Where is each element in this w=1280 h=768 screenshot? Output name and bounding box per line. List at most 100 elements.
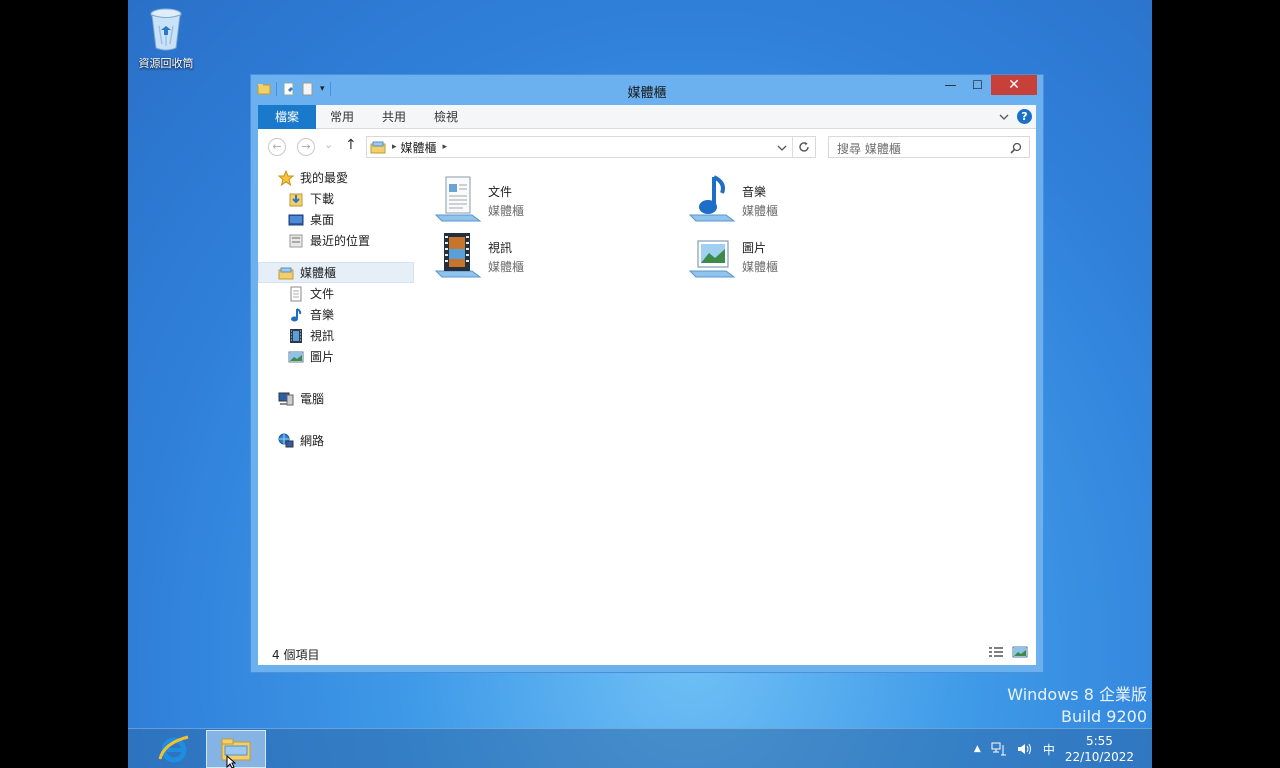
nav-documents[interactable]: 文件 <box>288 283 334 304</box>
nav-computer[interactable]: 電腦 <box>278 388 324 409</box>
nav-favorites-label: 我的最愛 <box>300 171 349 185</box>
mouse-cursor-icon <box>226 755 236 768</box>
nav-videos-label: 視訊 <box>310 329 335 343</box>
nav-libraries-label: 媒體櫃 <box>300 266 337 280</box>
title-bar[interactable]: ▾ 媒體櫃 — ☐ ✕ <box>251 75 1043 105</box>
search-icon[interactable] <box>1010 142 1022 154</box>
picture-icon <box>288 351 304 362</box>
window-client: 檔案 常用 共用 檢視 ? ← → ⌄ ↑ ▸ 媒體櫃 ▸ 搜尋 媒體櫃 我的最… <box>258 104 1036 665</box>
breadcrumb-libraries[interactable]: 媒體櫃 <box>401 139 437 156</box>
input-method-indicator[interactable]: 中 <box>1043 741 1055 758</box>
library-tile-music[interactable]: 音樂 媒體櫃 <box>688 175 938 227</box>
recent-locations-button[interactable]: ⌄ <box>324 138 333 151</box>
search-input[interactable]: 搜尋 媒體櫃 <box>828 136 1030 158</box>
close-button[interactable]: ✕ <box>991 75 1037 95</box>
taskbar: ▲ 中 5:55 22/10/2022 <box>128 728 1152 768</box>
nav-recent-places[interactable]: 最近的位置 <box>288 230 370 251</box>
library-tile-videos[interactable]: 視訊 媒體櫃 <box>434 231 684 283</box>
tile-name: 音樂 <box>742 185 767 199</box>
nav-videos[interactable]: 視訊 <box>288 325 334 346</box>
clock[interactable]: 5:55 22/10/2022 <box>1065 733 1134 765</box>
tile-type: 媒體櫃 <box>488 260 525 274</box>
address-bar[interactable]: ▸ 媒體櫃 ▸ <box>366 136 816 158</box>
tile-name: 圖片 <box>742 241 767 255</box>
os-edition: Windows 8 企業版 <box>1007 685 1147 704</box>
tile-type: 媒體櫃 <box>742 204 779 218</box>
breadcrumb-separator-icon[interactable]: ▸ <box>443 142 448 152</box>
nav-music[interactable]: 音樂 <box>288 304 334 325</box>
status-bar: 4 個項目 <box>258 641 1036 665</box>
forward-button[interactable]: → <box>297 138 315 156</box>
recycle-bin[interactable]: 資源回收筒 <box>134 6 198 71</box>
help-button[interactable]: ? <box>1017 109 1032 124</box>
nav-desktop-label: 桌面 <box>310 213 335 227</box>
document-icon <box>290 286 302 301</box>
nav-network-label: 網路 <box>300 434 325 448</box>
nav-pictures-label: 圖片 <box>310 350 335 364</box>
video-icon <box>290 328 302 343</box>
internet-explorer-icon[interactable] <box>158 733 190 765</box>
system-tray: ▲ 中 5:55 22/10/2022 <box>974 729 1134 768</box>
tile-name: 文件 <box>488 185 513 199</box>
documents-library-icon <box>434 176 482 222</box>
os-watermark: Windows 8 企業版 Build 9200 <box>1007 684 1147 728</box>
refresh-icon[interactable] <box>798 141 810 153</box>
desktop: 資源回收筒 ▾ 媒體櫃 — ☐ ✕ 檔案 常用 共用 檢視 ? ← → ⌄ ↑ … <box>128 0 1152 768</box>
maximize-button[interactable]: ☐ <box>964 75 991 95</box>
network-icon <box>278 433 294 447</box>
music-library-icon <box>688 175 736 222</box>
library-tile-pictures[interactable]: 圖片 媒體櫃 <box>688 231 938 283</box>
item-count: 4 個項目 <box>272 648 320 662</box>
pictures-library-icon <box>688 240 736 278</box>
navigation-bar: ← → ⌄ ↑ ▸ 媒體櫃 ▸ 搜尋 媒體櫃 <box>258 129 1036 165</box>
tile-type: 媒體櫃 <box>488 204 525 218</box>
volume-icon[interactable] <box>1017 742 1033 756</box>
music-note-icon <box>291 307 302 321</box>
ribbon-tabs: 檔案 常用 共用 檢視 ? <box>258 104 1036 129</box>
show-hidden-icons-icon[interactable]: ▲ <box>974 744 981 754</box>
tab-view[interactable]: 檢視 <box>420 105 472 129</box>
tab-file[interactable]: 檔案 <box>258 104 317 129</box>
library-icon <box>370 141 386 154</box>
computer-icon <box>278 392 294 405</box>
taskbar-file-explorer-button[interactable] <box>206 730 266 768</box>
recycle-bin-label: 資源回收筒 <box>138 57 194 70</box>
chevron-down-icon[interactable] <box>999 113 1009 121</box>
minimize-button[interactable]: — <box>937 75 964 95</box>
explorer-window[interactable]: ▾ 媒體櫃 — ☐ ✕ 檔案 常用 共用 檢視 ? ← → ⌄ ↑ ▸ 媒體櫃 … <box>250 74 1044 673</box>
nav-music-label: 音樂 <box>310 308 335 322</box>
address-divider <box>792 137 793 157</box>
address-dropdown-icon[interactable] <box>777 144 787 152</box>
nav-downloads-label: 下載 <box>310 192 335 206</box>
nav-computer-label: 電腦 <box>300 392 325 406</box>
window-title: 媒體櫃 <box>627 86 667 101</box>
desktop-icon <box>288 214 304 225</box>
up-button[interactable]: ↑ <box>345 137 357 153</box>
breadcrumb-separator-icon[interactable]: ▸ <box>392 142 397 152</box>
back-button[interactable]: ← <box>268 138 286 156</box>
downloads-icon <box>289 193 303 206</box>
nav-favorites[interactable]: 我的最愛 <box>278 167 348 188</box>
nav-downloads[interactable]: 下載 <box>288 188 334 209</box>
nav-desktop[interactable]: 桌面 <box>288 209 334 230</box>
tab-home[interactable]: 常用 <box>316 105 368 129</box>
network-status-icon[interactable] <box>991 742 1007 756</box>
tile-type: 媒體櫃 <box>742 260 779 274</box>
nav-network[interactable]: 網路 <box>278 430 324 451</box>
videos-library-icon <box>434 233 482 278</box>
large-icons-view-icon[interactable] <box>1012 646 1028 658</box>
recycle-bin-icon <box>148 6 184 52</box>
clock-time: 5:55 <box>1085 734 1113 748</box>
libraries-icon <box>278 267 294 279</box>
clock-date: 22/10/2022 <box>1064 750 1134 764</box>
tab-share[interactable]: 共用 <box>368 105 420 129</box>
content-area: 文件 媒體櫃 音樂 媒體櫃 視訊 媒體櫃 圖片 媒體櫃 <box>428 167 1036 641</box>
nav-recent-places-label: 最近的位置 <box>310 234 371 248</box>
star-icon <box>278 169 294 186</box>
nav-documents-label: 文件 <box>310 287 335 301</box>
file-explorer-icon <box>221 738 251 761</box>
nav-libraries[interactable]: 媒體櫃 <box>278 262 336 283</box>
nav-pictures[interactable]: 圖片 <box>288 346 334 367</box>
library-tile-documents[interactable]: 文件 媒體櫃 <box>434 175 684 227</box>
details-view-icon[interactable] <box>988 646 1004 658</box>
